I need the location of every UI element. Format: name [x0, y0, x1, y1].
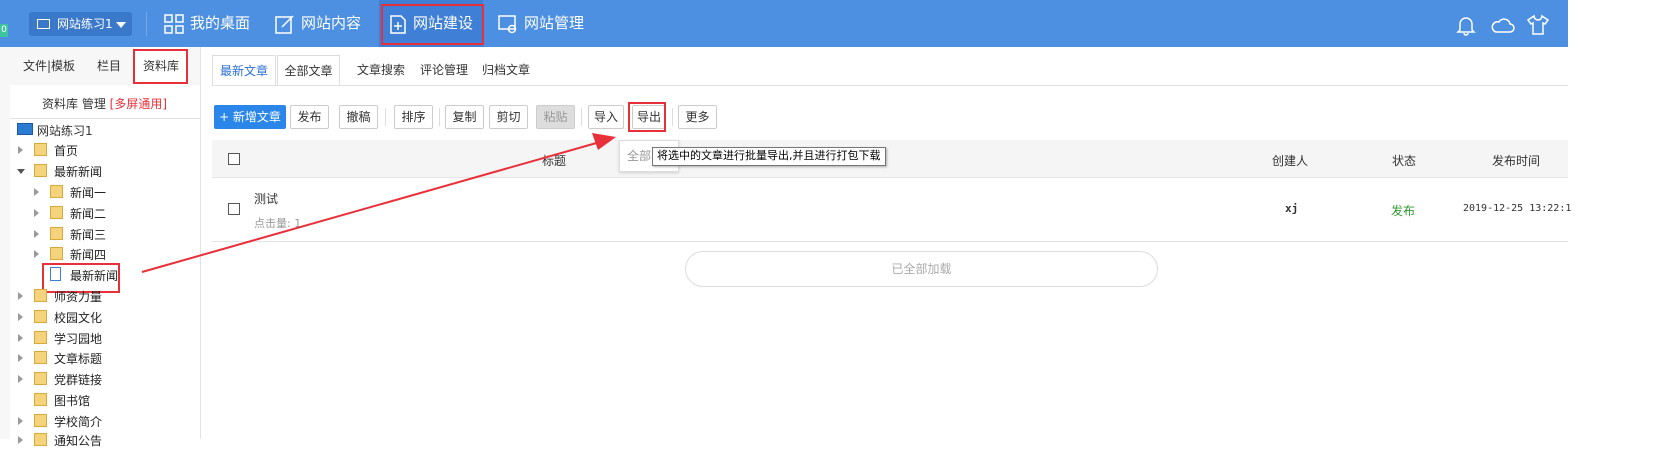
- annotation-arrow: [141, 133, 616, 273]
